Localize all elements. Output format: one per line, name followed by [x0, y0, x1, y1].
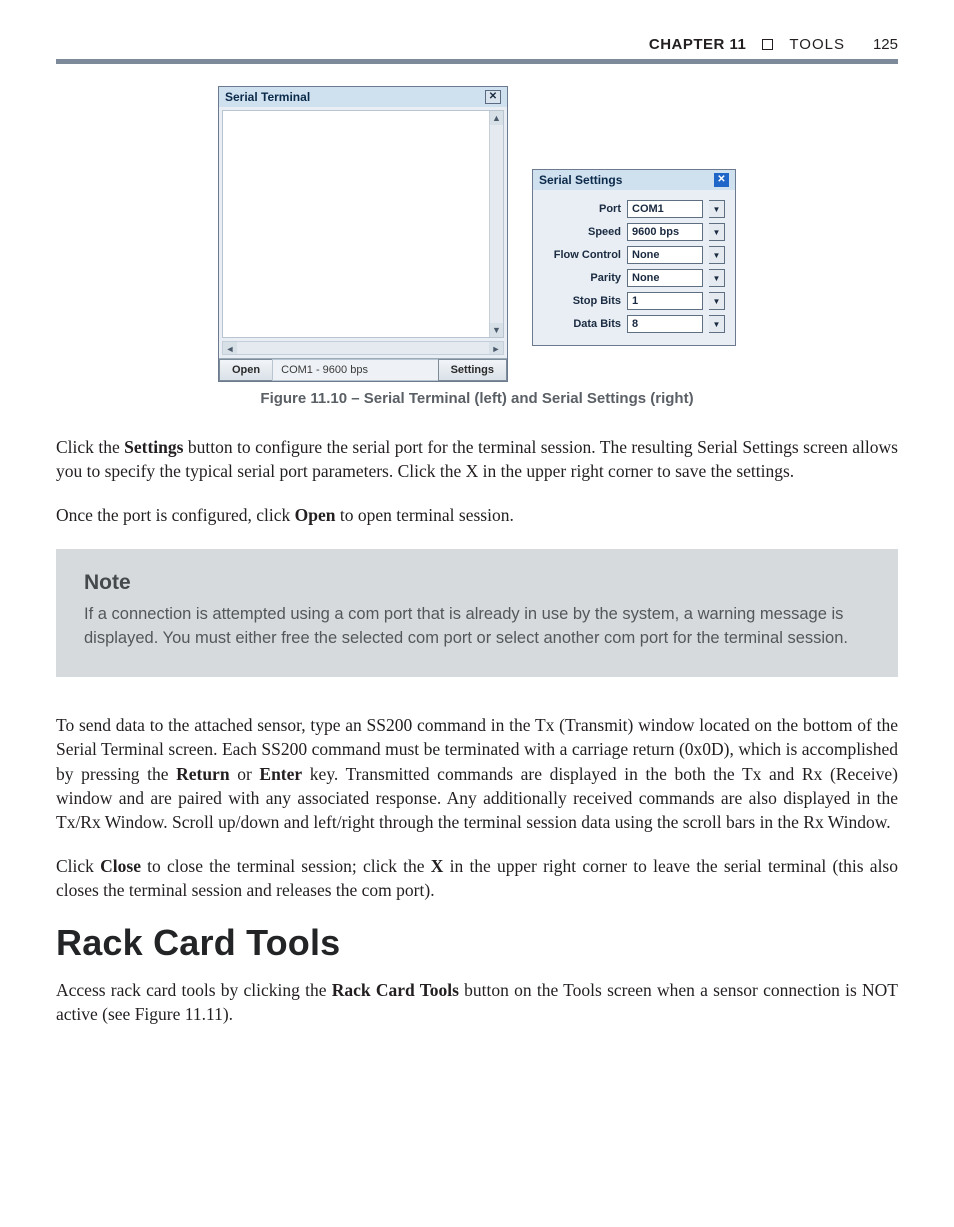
- scroll-down-icon[interactable]: ▼: [490, 323, 503, 337]
- terminal-rx-area: ▲ ▼: [222, 110, 504, 338]
- serial-settings-window: Serial Settings ✕ Port COM1 ▼ Speed 9600…: [532, 169, 736, 346]
- open-button[interactable]: Open: [219, 359, 273, 381]
- vertical-scrollbar[interactable]: ▲ ▼: [489, 111, 503, 337]
- serial-terminal-titlebar: Serial Terminal ✕: [219, 87, 507, 107]
- serial-terminal-title: Serial Terminal: [225, 90, 310, 104]
- close-icon[interactable]: ✕: [485, 90, 501, 104]
- section-heading: Rack Card Tools: [56, 922, 898, 964]
- serial-terminal-window: Serial Terminal ✕ ▲ ▼ ◄ ► Open COM1 - 96…: [218, 86, 508, 382]
- port-select[interactable]: COM1: [627, 200, 703, 218]
- scroll-right-icon[interactable]: ►: [489, 342, 503, 354]
- chevron-down-icon[interactable]: ▼: [709, 200, 725, 218]
- chapter-label: CHAPTER 11: [649, 36, 747, 53]
- paragraph-4: Click Close to close the terminal sessio…: [56, 854, 898, 902]
- figure-caption: Figure 11.10 – Serial Terminal (left) an…: [56, 390, 898, 407]
- horizontal-scrollbar[interactable]: ◄ ►: [222, 341, 504, 355]
- note-body: If a connection is attempted using a com…: [84, 603, 870, 651]
- scroll-left-icon[interactable]: ◄: [223, 342, 237, 354]
- chevron-down-icon[interactable]: ▼: [709, 315, 725, 333]
- data-bits-select[interactable]: 8: [627, 315, 703, 333]
- chevron-down-icon[interactable]: ▼: [709, 269, 725, 287]
- paragraph-3: To send data to the attached sensor, typ…: [56, 713, 898, 834]
- note-box: Note If a connection is attempted using …: [56, 549, 898, 677]
- page-number: 125: [873, 36, 898, 53]
- speed-label: Speed: [543, 226, 621, 238]
- terminal-content: [223, 111, 489, 337]
- serial-settings-titlebar: Serial Settings ✕: [533, 170, 735, 190]
- chevron-down-icon[interactable]: ▼: [709, 292, 725, 310]
- speed-select[interactable]: 9600 bps: [627, 223, 703, 241]
- paragraph-1: Click the Settings button to configure t…: [56, 435, 898, 483]
- parity-select[interactable]: None: [627, 269, 703, 287]
- port-label: Port: [543, 203, 621, 215]
- flow-control-select[interactable]: None: [627, 246, 703, 264]
- page-header: CHAPTER 11 TOOLS 125: [56, 36, 898, 53]
- header-rule: [56, 59, 898, 64]
- figure-group: Serial Terminal ✕ ▲ ▼ ◄ ► Open COM1 - 96…: [56, 86, 898, 382]
- close-icon[interactable]: ✕: [714, 173, 729, 187]
- parity-label: Parity: [543, 272, 621, 284]
- scroll-up-icon[interactable]: ▲: [490, 111, 503, 125]
- terminal-status: COM1 - 9600 bps: [272, 359, 438, 381]
- settings-button[interactable]: Settings: [438, 359, 507, 381]
- flow-control-label: Flow Control: [543, 249, 621, 261]
- data-bits-label: Data Bits: [543, 318, 621, 330]
- terminal-bottom-bar: Open COM1 - 9600 bps Settings: [219, 358, 507, 381]
- chevron-down-icon[interactable]: ▼: [709, 223, 725, 241]
- header-section: TOOLS: [789, 36, 845, 53]
- stop-bits-select[interactable]: 1: [627, 292, 703, 310]
- note-heading: Note: [84, 571, 870, 595]
- chevron-down-icon[interactable]: ▼: [709, 246, 725, 264]
- header-square-icon: [762, 39, 773, 50]
- paragraph-5: Access rack card tools by clicking the R…: [56, 978, 898, 1026]
- stop-bits-label: Stop Bits: [543, 295, 621, 307]
- serial-settings-title: Serial Settings: [539, 173, 622, 187]
- paragraph-2: Once the port is configured, click Open …: [56, 503, 898, 527]
